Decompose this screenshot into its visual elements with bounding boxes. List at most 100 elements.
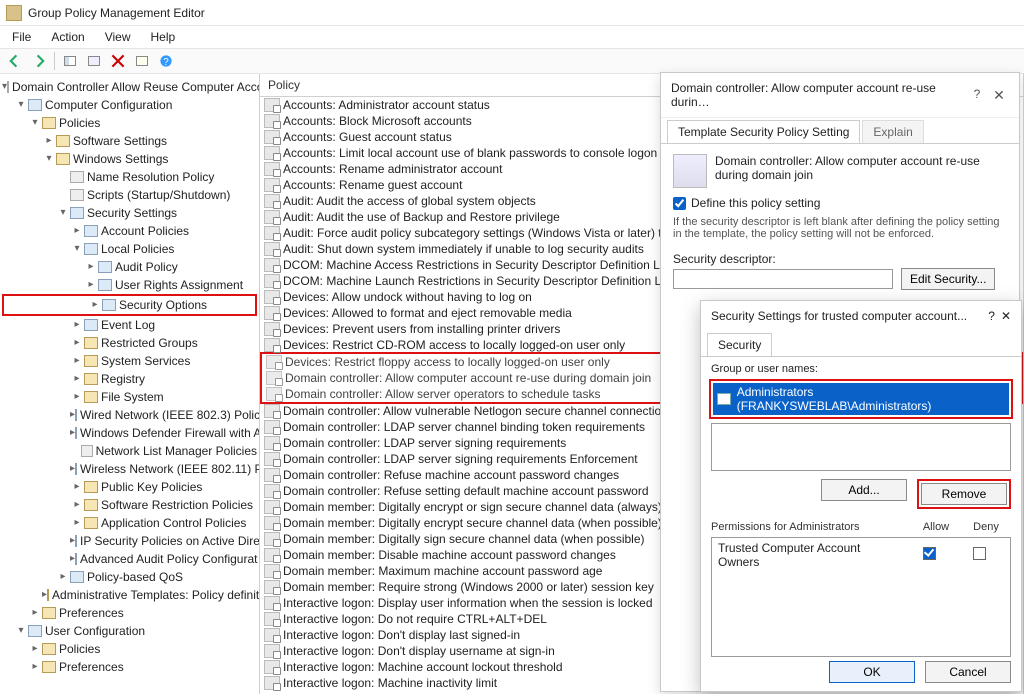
remove-button[interactable]: Remove: [921, 483, 1007, 505]
user-entry[interactable]: Administrators (FRANKYSWEBLAB\Administra…: [713, 383, 1009, 415]
dlg1-help-button[interactable]: ?: [967, 87, 987, 104]
expander-icon[interactable]: ▸: [70, 353, 84, 369]
tree-audit-policy[interactable]: ▸Audit Policy: [0, 258, 259, 276]
expander-icon[interactable]: ▸: [70, 479, 84, 495]
expander-icon[interactable]: ▸: [28, 659, 42, 675]
tree-node-icon: [70, 189, 84, 201]
nav-back-button[interactable]: [4, 51, 26, 71]
expander-icon[interactable]: ▾: [28, 115, 42, 131]
dlg2-close-button[interactable]: ✕: [1001, 309, 1011, 323]
tree-label: Windows Defender Firewall with A: [80, 425, 260, 441]
expander-icon[interactable]: ▸: [70, 515, 84, 531]
expander-icon[interactable]: ▸: [42, 133, 56, 149]
nav-fwd-button[interactable]: [28, 51, 50, 71]
filter-button[interactable]: [131, 51, 153, 71]
tree-computer-config[interactable]: ▾Computer Configuration: [0, 96, 259, 114]
expander-icon[interactable]: ▾: [14, 623, 28, 639]
dlg1-title: Domain controller: Allow computer accoun…: [671, 81, 967, 109]
tree-u-prefs[interactable]: ▸Preferences: [0, 658, 259, 676]
allow-checkbox[interactable]: [923, 547, 936, 560]
policy-item-icon: [264, 130, 280, 144]
tree-wired-net[interactable]: ▸Wired Network (IEEE 802.3) Policie: [0, 406, 259, 424]
delete-button[interactable]: [107, 51, 129, 71]
tree-pubkey[interactable]: ▸Public Key Policies: [0, 478, 259, 496]
tree-qos[interactable]: ▸Policy-based QoS: [0, 568, 259, 586]
expander-icon[interactable]: ▸: [70, 317, 84, 333]
tree-restricted-groups[interactable]: ▸Restricted Groups: [0, 334, 259, 352]
define-policy-checkbox[interactable]: Define this policy setting: [673, 196, 1007, 210]
tree-u-policies[interactable]: ▸Policies: [0, 640, 259, 658]
tree-security-settings[interactable]: ▾Security Settings: [0, 204, 259, 222]
tree-registry[interactable]: ▸Registry: [0, 370, 259, 388]
tab-security[interactable]: Security: [707, 333, 772, 356]
expander-icon[interactable]: ▸: [84, 277, 98, 293]
expander-icon[interactable]: ▸: [28, 605, 42, 621]
menu-file[interactable]: File: [4, 28, 39, 46]
expander-icon[interactable]: ▸: [70, 371, 84, 387]
tab-explain[interactable]: Explain: [862, 120, 923, 143]
tree-event-log[interactable]: ▸Event Log: [0, 316, 259, 334]
tree-nlm[interactable]: Network List Manager Policies: [0, 442, 259, 460]
tree-scripts[interactable]: Scripts (Startup/Shutdown): [0, 186, 259, 204]
tree-system-services[interactable]: ▸System Services: [0, 352, 259, 370]
policy-item-icon: [266, 355, 282, 369]
help-button[interactable]: ?: [155, 51, 177, 71]
tree-local-policies[interactable]: ▾ Local Policies: [0, 240, 259, 258]
tree-node-icon: [102, 299, 116, 311]
tab-template[interactable]: Template Security Policy Setting: [667, 120, 860, 143]
permissions-list[interactable]: Trusted Computer Account Owners: [711, 537, 1011, 657]
tree-account-policies[interactable]: ▸Account Policies: [0, 222, 259, 240]
menu-help[interactable]: Help: [143, 28, 184, 46]
tree-software-settings[interactable]: ▸Software Settings: [0, 132, 259, 150]
menu-action[interactable]: Action: [43, 28, 92, 46]
define-policy-input[interactable]: [673, 197, 686, 210]
policy-icon: [673, 154, 707, 188]
properties-button[interactable]: [83, 51, 105, 71]
expander-icon[interactable]: ▸: [84, 259, 98, 275]
tree-label: Policies: [59, 115, 100, 131]
tree-adv-audit[interactable]: ▸Advanced Audit Policy Configurat: [0, 550, 259, 568]
tree-user-rights[interactable]: ▸User Rights Assignment: [0, 276, 259, 294]
tree-policies[interactable]: ▾ Policies: [0, 114, 259, 132]
tree-security-options[interactable]: ▸Security Options: [2, 294, 257, 316]
tree-windows-settings[interactable]: ▾Windows Settings: [0, 150, 259, 168]
permission-row[interactable]: Trusted Computer Account Owners: [712, 538, 1010, 572]
tree-preferences[interactable]: ▸Preferences: [0, 604, 259, 622]
menu-view[interactable]: View: [97, 28, 139, 46]
tree-name-res[interactable]: Name Resolution Policy: [0, 168, 259, 186]
dlg2-help-button[interactable]: ?: [988, 309, 995, 323]
cancel-button[interactable]: Cancel: [925, 661, 1011, 683]
tree-defender[interactable]: ▸Windows Defender Firewall with A: [0, 424, 259, 442]
tree-node-icon: [98, 261, 112, 273]
ok-button[interactable]: OK: [829, 661, 915, 683]
expander-icon[interactable]: ▸: [70, 389, 84, 405]
dlg1-close-button[interactable]: ✕: [989, 87, 1009, 104]
expander-icon[interactable]: ▸: [70, 223, 84, 239]
expander-icon[interactable]: ▸: [70, 497, 84, 513]
tree-sw-restrict[interactable]: ▸Software Restriction Policies: [0, 496, 259, 514]
tree-ipsec[interactable]: ▸IP Security Policies on Active Direc: [0, 532, 259, 550]
expander-icon[interactable]: ▾: [14, 97, 28, 113]
expander-icon[interactable]: ▸: [56, 569, 70, 585]
expander-icon[interactable]: ▸: [28, 641, 42, 657]
group-list[interactable]: [711, 423, 1011, 471]
expander-icon[interactable]: ▾: [56, 205, 70, 221]
add-button[interactable]: Add...: [821, 479, 907, 501]
deny-checkbox[interactable]: [973, 547, 986, 560]
tree-root[interactable]: ▾Domain Controller Allow Reuse Computer …: [0, 78, 259, 96]
edit-security-button[interactable]: Edit Security...: [901, 268, 995, 290]
security-descriptor-input[interactable]: [673, 269, 893, 289]
expander-icon[interactable]: ▾: [70, 241, 84, 257]
tree-app-control[interactable]: ▸Application Control Policies: [0, 514, 259, 532]
policy-item-icon: [264, 322, 280, 336]
expander-icon[interactable]: ▾: [42, 151, 56, 167]
tree-file-system[interactable]: ▸File System: [0, 388, 259, 406]
policy-item-icon: [264, 162, 280, 176]
expander-icon[interactable]: ▸: [70, 335, 84, 351]
tree-label: Local Policies: [101, 241, 174, 257]
show-hide-tree-button[interactable]: [59, 51, 81, 71]
tree-user-config[interactable]: ▾User Configuration: [0, 622, 259, 640]
tree-wireless-net[interactable]: ▸Wireless Network (IEEE 802.11) Pol: [0, 460, 259, 478]
console-tree[interactable]: ▾Domain Controller Allow Reuse Computer …: [0, 74, 260, 694]
tree-adm-templates[interactable]: ▸Administrative Templates: Policy defini…: [0, 586, 259, 604]
